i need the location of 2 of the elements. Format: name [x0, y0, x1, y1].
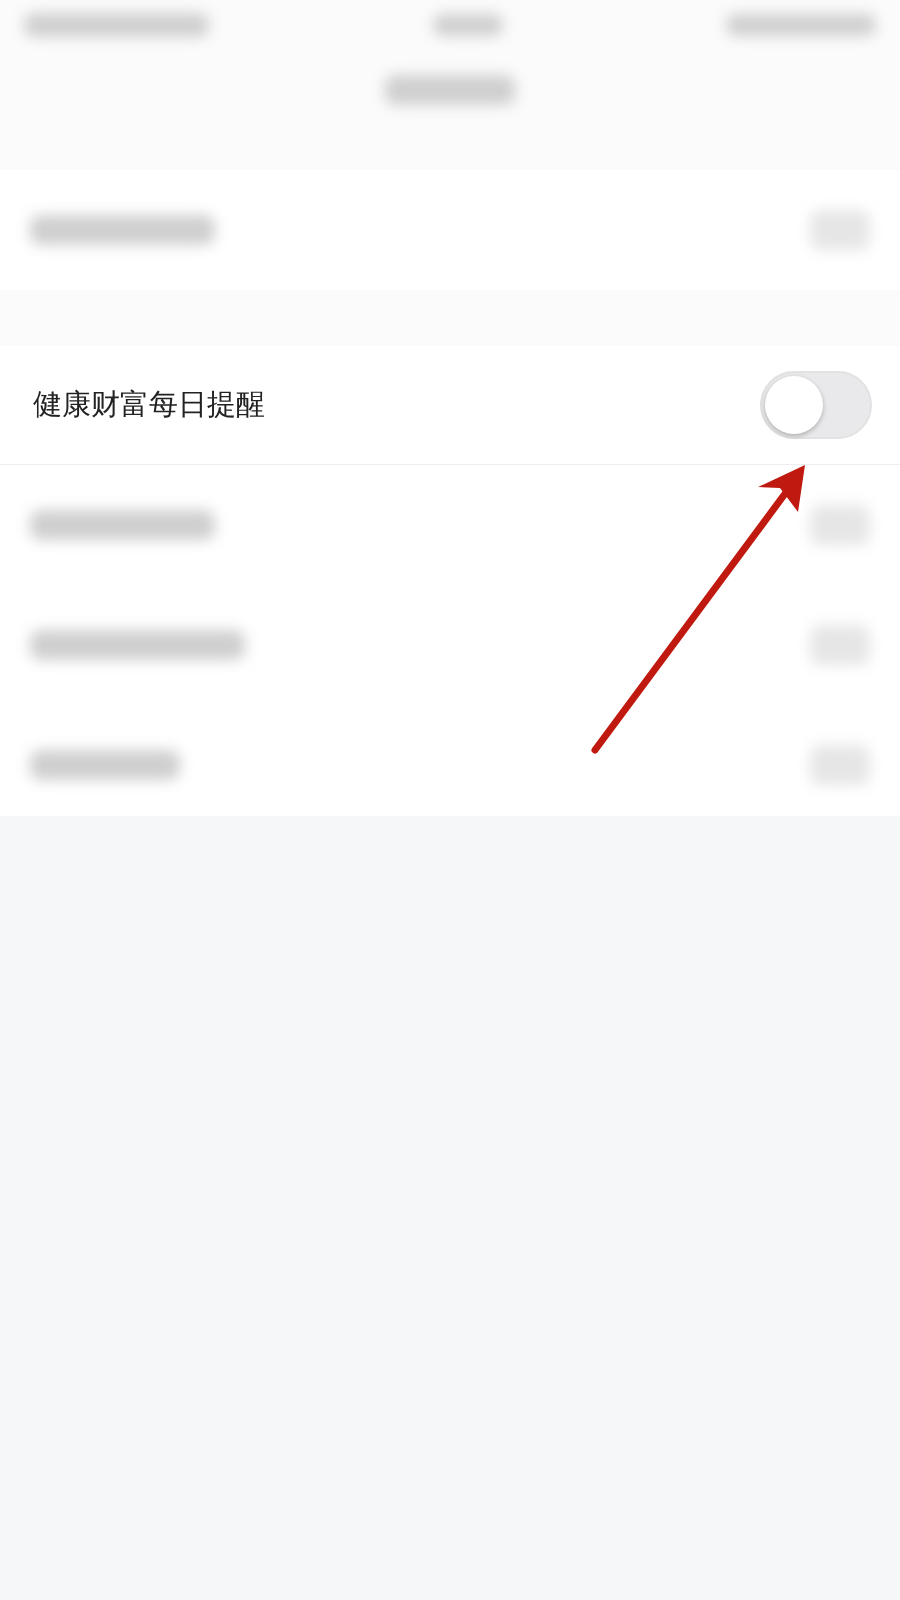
blurred-status-text: [432, 14, 503, 36]
setting-label: 健康财富每日提醒: [33, 386, 265, 424]
